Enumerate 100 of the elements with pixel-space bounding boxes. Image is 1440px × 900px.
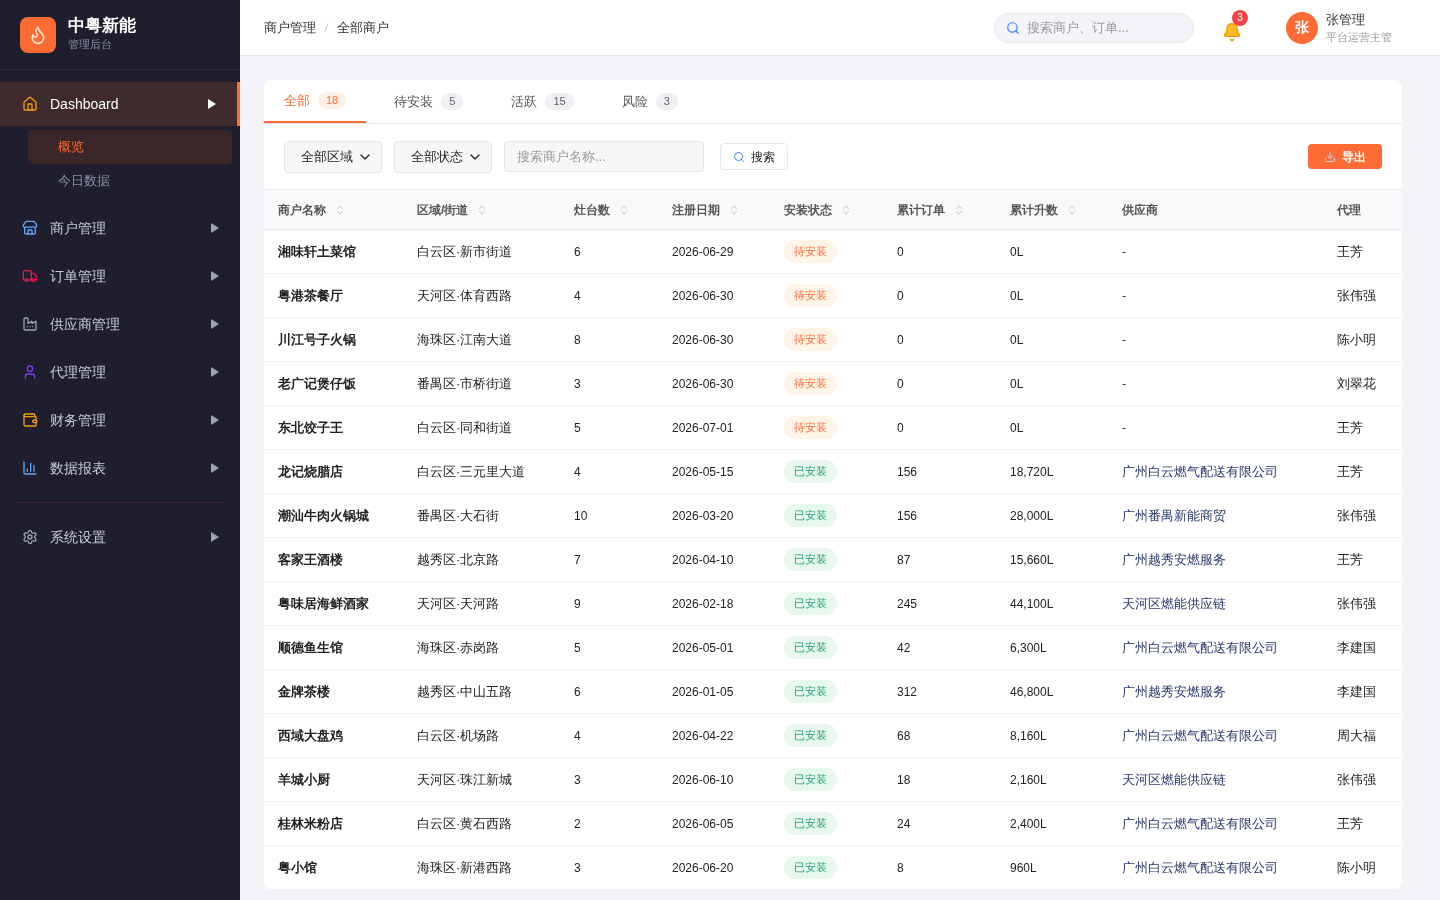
supplier-name: - bbox=[1122, 418, 1128, 437]
column-header[interactable]: 累计升数 bbox=[1010, 200, 1058, 219]
table-cell-text: 3 bbox=[574, 859, 582, 877]
table-cell-text: 2026-06-20 bbox=[672, 859, 735, 877]
sidebar-item[interactable]: 供应商管理 bbox=[0, 302, 240, 346]
brand-name: 中粤新能 bbox=[68, 16, 136, 37]
count-badge: 18 bbox=[318, 92, 347, 109]
expand-arrow-icon bbox=[207, 99, 217, 109]
table-cell-text: 番禺区·大石街 bbox=[417, 506, 501, 525]
sidebar-item[interactable]: 财务管理 bbox=[0, 398, 240, 442]
table-cell-text: 王芳 bbox=[1337, 814, 1364, 833]
table-cell-text: 87 bbox=[897, 551, 912, 569]
status-badge: 待安装 bbox=[784, 416, 837, 439]
status-badge: 待安装 bbox=[784, 372, 837, 395]
table-cell-text: 白云区·三元里大道 bbox=[417, 462, 527, 481]
status-badge: 待安装 bbox=[784, 328, 837, 351]
search-button[interactable]: 搜索 bbox=[720, 143, 788, 170]
table-cell-text: 9 bbox=[574, 595, 582, 613]
sort-icon[interactable] bbox=[1066, 203, 1078, 216]
sidebar-item[interactable]: Dashboard bbox=[0, 82, 240, 126]
notification-button[interactable]: 3 bbox=[1218, 9, 1254, 46]
sort-icon[interactable] bbox=[728, 203, 740, 216]
table-cell-text: 3 bbox=[574, 771, 582, 789]
table-cell-text: 3 bbox=[574, 375, 582, 393]
supplier-name: 广州越秀安燃服务 bbox=[1122, 682, 1227, 701]
tab[interactable]: 风险 3 bbox=[601, 80, 698, 123]
expand-arrow-icon bbox=[210, 463, 220, 473]
sort-icon[interactable] bbox=[953, 203, 965, 216]
supplier-name: 广州越秀安燃服务 bbox=[1122, 550, 1227, 569]
submenu-item[interactable]: 今日数据 bbox=[28, 164, 232, 198]
count-badge: 5 bbox=[441, 93, 464, 110]
column-header[interactable]: 安装状态 bbox=[784, 200, 832, 219]
table-cell-text: 陈小明 bbox=[1337, 330, 1377, 349]
supplier-name: 广州白云燃气配送有限公司 bbox=[1122, 814, 1279, 833]
table-cell-text: 2026-07-01 bbox=[672, 419, 735, 437]
supplier-name: - bbox=[1122, 330, 1128, 349]
user-name: 张管理 bbox=[1326, 10, 1366, 29]
column-header: 代理 bbox=[1337, 201, 1361, 219]
table-cell-text: 0L bbox=[1010, 243, 1025, 261]
breadcrumb-item[interactable]: 商户管理 bbox=[264, 17, 316, 38]
count-badge: 3 bbox=[655, 93, 678, 110]
supplier-name: 广州白云燃气配送有限公司 bbox=[1122, 462, 1279, 481]
submenu-item[interactable]: 概览 bbox=[28, 130, 232, 164]
table-cell-text: 张伟强 bbox=[1337, 770, 1377, 789]
merchant-name: 粤小馆 bbox=[278, 858, 318, 877]
status-badge: 待安装 bbox=[784, 240, 837, 263]
tab[interactable]: 待安装 5 bbox=[374, 80, 484, 123]
table-cell-text: 5 bbox=[574, 419, 582, 437]
table-cell-text: 8 bbox=[897, 859, 905, 877]
merchant-name: 川江号子火锅 bbox=[278, 330, 357, 349]
table-cell-text: 18 bbox=[897, 771, 912, 789]
sort-icon[interactable] bbox=[618, 203, 630, 216]
truck-icon bbox=[22, 268, 38, 284]
column-header[interactable]: 注册日期 bbox=[672, 200, 720, 219]
table-cell-text: 天河区·体育西路 bbox=[417, 286, 514, 305]
table-cell-text: 白云区·机场路 bbox=[417, 726, 501, 745]
person-icon bbox=[22, 364, 38, 380]
sidebar-item[interactable]: 数据报表 bbox=[0, 446, 240, 490]
table-cell-text: 10 bbox=[574, 507, 589, 525]
table-cell-text: 0 bbox=[897, 243, 905, 261]
table-cell-text: 4 bbox=[574, 727, 582, 745]
table-cell-text: 24 bbox=[897, 815, 912, 833]
table-cell-text: 0 bbox=[897, 375, 905, 393]
merchant-name: 东北饺子王 bbox=[278, 418, 344, 437]
sidebar-item[interactable]: 订单管理 bbox=[0, 254, 240, 298]
tab[interactable]: 活跃 15 bbox=[491, 80, 594, 123]
status-badge: 已安装 bbox=[784, 680, 837, 703]
sidebar-item[interactable]: 代理管理 bbox=[0, 350, 240, 394]
search-field[interactable]: 搜索商户名称... bbox=[504, 141, 704, 172]
status-badge: 已安装 bbox=[784, 856, 837, 879]
sidebar-item[interactable]: 系统设置 bbox=[0, 515, 240, 559]
supplier-name: 广州白云燃气配送有限公司 bbox=[1122, 726, 1279, 745]
dropdown[interactable]: 全部区域 bbox=[284, 140, 382, 173]
table-cell-text: 王芳 bbox=[1337, 462, 1364, 481]
column-header[interactable]: 商户名称 bbox=[278, 200, 326, 219]
search-field[interactable]: 搜索商户、订单... bbox=[994, 12, 1194, 43]
table-cell-text: 0 bbox=[897, 331, 905, 349]
sidebar-item[interactable]: 商户管理 bbox=[0, 206, 240, 250]
table-cell-text: 越秀区·北京路 bbox=[417, 550, 501, 569]
column-header[interactable]: 累计订单 bbox=[897, 200, 945, 219]
count-badge: 15 bbox=[545, 93, 574, 110]
table-cell-text: 天河区·珠江新城 bbox=[417, 770, 514, 789]
table-cell-text: 海珠区·新港西路 bbox=[417, 858, 514, 877]
sort-icon[interactable] bbox=[840, 203, 852, 216]
column-header[interactable]: 区域/街道 bbox=[417, 200, 469, 219]
merchant-name: 湘味轩土菜馆 bbox=[278, 242, 357, 261]
merchant-name: 潮汕牛肉火锅城 bbox=[278, 506, 370, 525]
table-cell-text: 15,660L bbox=[1010, 551, 1055, 569]
table-cell-text: 刘翠花 bbox=[1337, 374, 1377, 393]
sort-icon[interactable] bbox=[334, 203, 346, 216]
column-header[interactable]: 灶台数 bbox=[574, 200, 610, 219]
table-cell-text: 156 bbox=[897, 507, 919, 525]
merchant-name: 粤港茶餐厅 bbox=[278, 286, 344, 305]
store-icon bbox=[22, 220, 38, 236]
table-cell-text: 2026-06-30 bbox=[672, 375, 735, 393]
table-cell-text: 张伟强 bbox=[1337, 286, 1377, 305]
status-badge: 已安装 bbox=[784, 592, 837, 615]
dropdown[interactable]: 全部状态 bbox=[394, 140, 492, 173]
table-cell-text: 2026-05-15 bbox=[672, 463, 735, 481]
supplier-name: 天河区燃能供应链 bbox=[1122, 770, 1227, 789]
